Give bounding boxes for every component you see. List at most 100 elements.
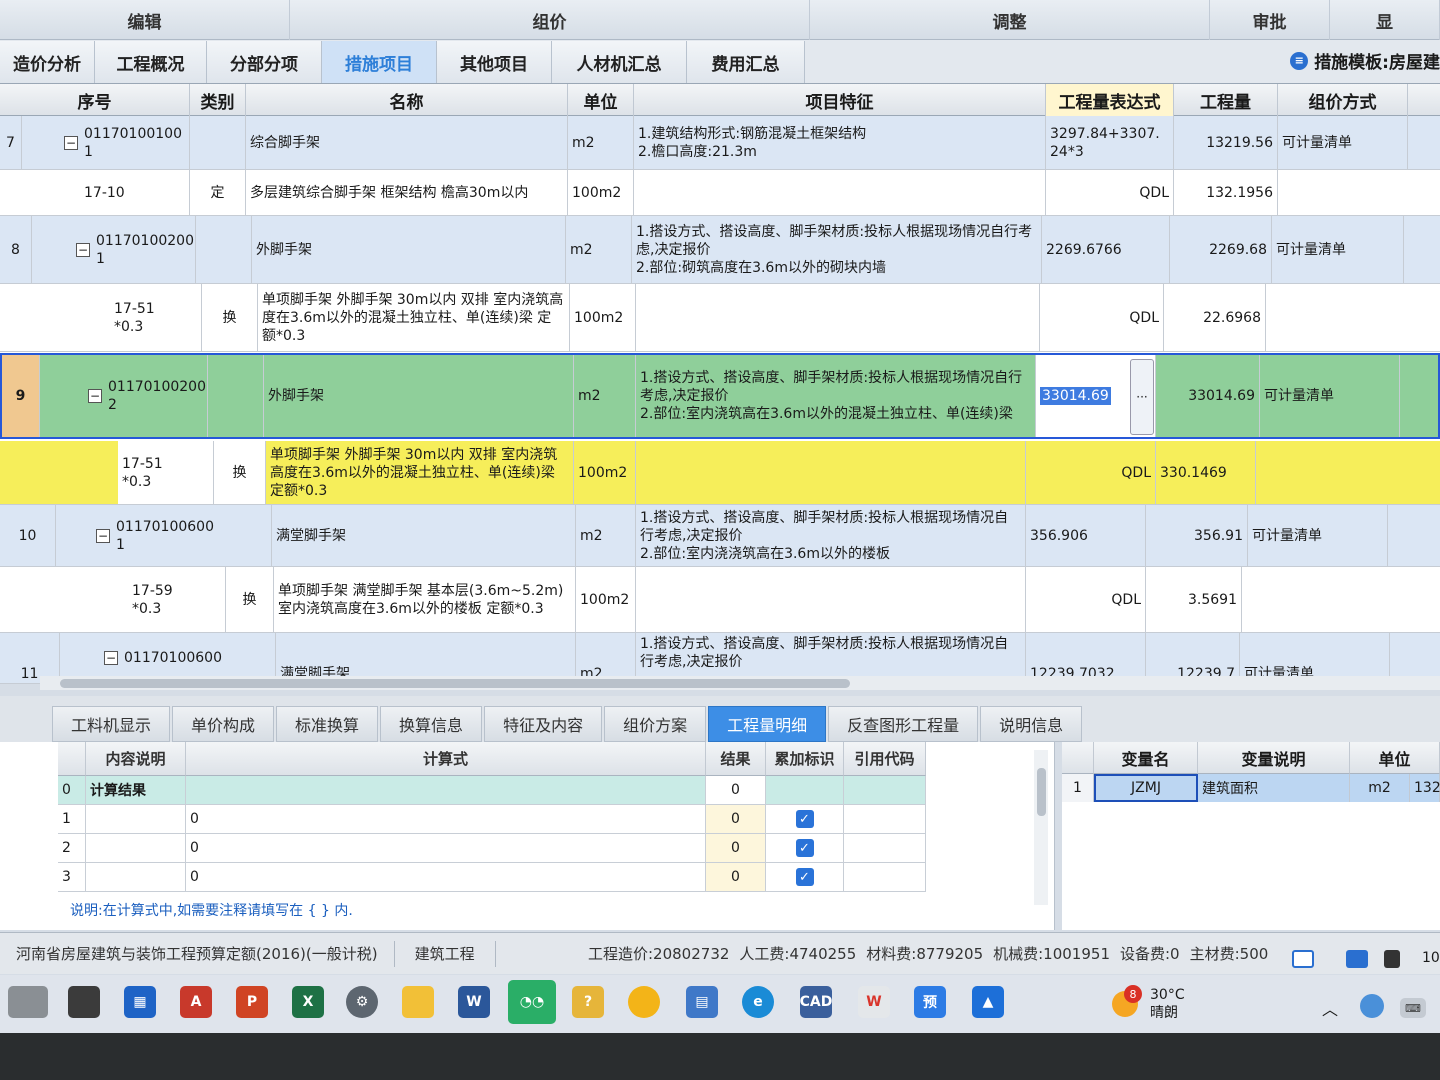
notes-icon[interactable]: ? [572, 986, 604, 1018]
item-qty-expression[interactable]: 3297.84+3307. 24*3 [1046, 116, 1174, 169]
calc-ref-code[interactable] [844, 776, 926, 804]
header-pricing-method[interactable]: 组价方式 [1278, 84, 1408, 116]
collapse-icon[interactable]: − [88, 389, 102, 403]
calc-accumulate[interactable]: ✓ [766, 863, 844, 891]
word-icon[interactable]: W [458, 986, 490, 1018]
tab-cost-analysis[interactable]: 造价分析 [0, 41, 95, 83]
folder-icon[interactable] [402, 986, 434, 1018]
header-seq[interactable]: 序号 [0, 84, 190, 116]
calc-ref-code[interactable] [844, 834, 926, 862]
calc-formula[interactable]: 0 [186, 863, 706, 891]
powerpoint-icon[interactable]: P [236, 986, 268, 1018]
wechat-icon[interactable]: ◔◔ [508, 980, 556, 1024]
calc-row[interactable]: 1 0 0 ✓ [58, 805, 926, 834]
tab-labor-material-display[interactable]: 工料机显示 [52, 706, 171, 742]
wps-icon[interactable]: W [858, 986, 890, 1018]
quota-qty-expression[interactable]: QDL [1046, 170, 1174, 215]
qty-expression-value[interactable]: 33014.69 [1040, 387, 1111, 405]
checkbox-checked-icon[interactable]: ✓ [795, 810, 814, 828]
tab-pricing-plan[interactable]: 组价方案 [604, 706, 707, 742]
weather-widget[interactable]: 8 30°C 晴朗 [1112, 985, 1185, 1022]
header-name[interactable]: 名称 [246, 84, 568, 116]
checkbox-checked-icon[interactable]: ✓ [795, 839, 814, 857]
measure-template-selector[interactable]: ≡ 措施模板:房屋建 [1290, 48, 1440, 73]
header-unit[interactable]: 单位 [568, 84, 634, 116]
calc-accumulate[interactable]: ✓ [766, 805, 844, 833]
scrollbar-thumb[interactable] [1037, 768, 1046, 816]
coin-icon[interactable] [628, 986, 660, 1018]
tab-measure-items[interactable]: 措施项目 [322, 41, 437, 83]
tab-division-items[interactable]: 分部分项 [207, 41, 322, 83]
calc-ref-code[interactable] [844, 805, 926, 833]
calc-desc[interactable] [86, 805, 186, 833]
table-row[interactable]: 17-10 定 多层建筑综合脚手架 框架结构 檐高30m以内 100m2 QDL… [0, 170, 1440, 216]
scrollbar-thumb[interactable] [60, 679, 850, 688]
table-row[interactable]: 17-59 *0.3 换 单项脚手架 满堂脚手架 基本层(3.6m~5.2m) … [0, 567, 1440, 633]
tab-description-info[interactable]: 说明信息 [980, 706, 1083, 742]
budget-app-icon[interactable]: 预 [914, 986, 946, 1018]
table-row[interactable]: 17-51 *0.3 换 单项脚手架 外脚手架 30m以内 双排 室内浇筑高度在… [0, 284, 1440, 352]
tab-reverse-graphic-quantity[interactable]: 反查图形工程量 [828, 706, 979, 742]
calc-formula[interactable]: 0 [186, 834, 706, 862]
tab-features-content[interactable]: 特征及内容 [484, 706, 603, 742]
columns-icon[interactable] [1384, 950, 1400, 968]
chevron-up-icon[interactable]: ︿ [1322, 996, 1338, 1020]
calc-row[interactable]: 3 0 0 ✓ [58, 863, 926, 892]
calc-ref-code[interactable] [844, 863, 926, 891]
tab-quantity-detail[interactable]: 工程量明细 [708, 706, 827, 742]
calc-desc[interactable] [86, 863, 186, 891]
tab-labor-material-summary[interactable]: 人材机汇总 [552, 41, 687, 83]
terminal-icon[interactable] [68, 986, 100, 1018]
calc-desc[interactable]: 计算结果 [86, 776, 186, 804]
table-row[interactable]: 10 −01170100600 1 满堂脚手架 m2 1.搭设方式、搭设高度、脚… [0, 505, 1440, 567]
header-type[interactable]: 类别 [190, 84, 246, 116]
collapse-icon[interactable]: − [96, 528, 110, 543]
quota-qty-expression[interactable]: QDL [1026, 441, 1156, 504]
horizontal-scrollbar[interactable] [40, 676, 1440, 690]
edge-icon[interactable]: e [742, 986, 774, 1018]
settings-gear-icon[interactable]: ⚙ [346, 986, 378, 1018]
calc-row[interactable]: 2 0 0 ✓ [58, 834, 926, 863]
tab-standard-conversion[interactable]: 标准换算 [276, 706, 379, 742]
table-row[interactable]: 8 −01170100200 1 外脚手架 m2 1.搭设方式、搭设高度、脚手架… [0, 216, 1440, 284]
calc-accumulate[interactable] [766, 776, 844, 804]
item-qty-expression[interactable]: 2269.6766 [1042, 216, 1170, 283]
collapse-icon[interactable]: − [76, 242, 90, 257]
vertical-scrollbar[interactable] [1034, 750, 1048, 905]
calc-formula[interactable] [186, 776, 706, 804]
table-row[interactable]: 7 −01170100100 1 综合脚手架 m2 1.建筑结构形式:钢筋混凝土… [0, 116, 1440, 170]
var-name[interactable]: JZMJ [1094, 774, 1198, 802]
tab-project-overview[interactable]: 工程概况 [95, 41, 207, 83]
collapse-icon[interactable]: − [64, 135, 78, 150]
expression-edit-button[interactable]: ··· [1130, 359, 1154, 435]
menu-adjust[interactable]: 调整 [810, 0, 1210, 40]
keyboard-icon[interactable]: ⌨ [1400, 998, 1426, 1018]
table-row[interactable]: 17-51 *0.3 换 单项脚手架 外脚手架 30m以内 双排 室内浇筑高度在… [0, 441, 1440, 505]
collapse-icon[interactable]: − [104, 651, 118, 665]
layout-split-icon[interactable] [1346, 950, 1368, 968]
tab-other-items[interactable]: 其他项目 [437, 41, 552, 83]
item-qty-expression[interactable]: 356.906 [1026, 505, 1146, 566]
layout-icon[interactable] [1292, 950, 1314, 968]
header-feature[interactable]: 项目特征 [634, 84, 1046, 116]
widgets-icon[interactable] [8, 986, 48, 1018]
tab-conversion-info[interactable]: 换算信息 [380, 706, 483, 742]
excel-icon[interactable]: X [292, 986, 324, 1018]
calc-accumulate[interactable]: ✓ [766, 834, 844, 862]
menu-pricing[interactable]: 组价 [290, 0, 810, 40]
menu-edit[interactable]: 编辑 [0, 0, 290, 40]
store-icon[interactable]: ▦ [124, 986, 156, 1018]
security-icon[interactable] [1360, 994, 1384, 1018]
calc-desc[interactable] [86, 834, 186, 862]
quota-qty-expression[interactable]: QDL [1026, 567, 1146, 632]
header-qty-expression[interactable]: 工程量表达式 [1046, 84, 1174, 116]
access-icon[interactable]: A [180, 986, 212, 1018]
calculator-icon[interactable]: ▤ [686, 986, 718, 1018]
table-row-selected[interactable]: 9 −01170100200 2 外脚手架 m2 1.搭设方式、搭设高度、脚手架… [0, 353, 1440, 439]
cad-icon[interactable]: CAD [800, 986, 832, 1018]
graduation-app-icon[interactable]: ▲ [972, 986, 1004, 1018]
tab-fee-summary[interactable]: 费用汇总 [687, 41, 805, 83]
menu-approve[interactable]: 审批 [1210, 0, 1330, 40]
menu-display[interactable]: 显 [1330, 0, 1440, 40]
quota-qty-expression[interactable]: QDL [1040, 284, 1164, 351]
